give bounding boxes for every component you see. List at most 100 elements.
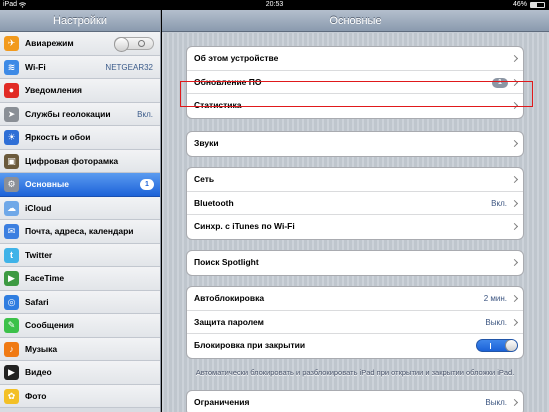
notifications-icon: ● [4,83,19,98]
settings-sidebar: Настройки ✈ Авиарежим ≋ Wi-Fi NETGEAR32 ● Увед… [0,10,161,412]
settings-content: Об этом устройстве Обновление ПО 1 Статисти… [162,33,549,412]
sidebar-item-7[interactable]: ☁ iCloud [0,196,160,220]
row-value: Выкл. [485,317,507,327]
sidebar-item-label: Фото [25,390,47,401]
sidebar-item-12[interactable]: ✎ Сообщения [0,314,160,338]
row-label: Об этом устройстве [194,53,279,63]
toggle-knob [505,340,517,351]
sidebar-item-3[interactable]: ➤ Службы геолокации Вкл. [0,102,160,126]
sidebar-title: Настройки [0,10,160,32]
lock-footnote: Автоматически блокировать и разблокирова… [195,368,515,377]
gear-icon: ⚙ [4,177,19,192]
battery-icon [530,2,545,8]
sidebar-item-label: iCloud [25,202,52,213]
sidebar-item-label: Safari [25,296,49,307]
cloud-icon: ☁ [4,200,19,216]
settings-row[interactable]: Блокировка при закрытии [187,334,523,358]
sidebar-item-9[interactable]: t Twitter [0,243,160,267]
row-label: Ограничения [194,397,250,407]
group-sounds: Звуки [186,131,524,157]
chevron-right-icon [510,294,519,303]
group-network: Сеть Bluetooth Вкл. Синхр. с iTunes по Wi-F… [186,167,524,240]
sidebar-item-14[interactable]: ▶ Видео [0,361,160,385]
sidebar-item-label: Яркость и обои [25,132,91,142]
sidebar-item-label: FaceTime [25,273,65,283]
settings-row[interactable]: Ограничения Выкл. [187,391,523,412]
group-spotlight: Поиск Spotlight [186,250,524,276]
clock: 20:53 [265,1,284,8]
sidebar-item-1[interactable]: ≋ Wi-Fi NETGEAR32 [0,55,160,79]
status-bar: iPad 20:53 46% [0,0,549,10]
settings-row[interactable]: Сеть [187,168,523,192]
settings-row[interactable]: Об этом устройстве [187,47,523,71]
row-label: Защита паролем [194,316,264,327]
sidebar-item-10[interactable]: ▶ FaceTime [0,267,160,291]
sidebar-item-6[interactable]: ⚙ Основные 1 [0,173,160,197]
row-value: 2 мин. [483,294,507,303]
sidebar-item-label: Почта, адреса, календари [25,226,134,236]
sidebar-item-label: Сообщения [25,320,74,330]
sidebar-item-value: NETGEAR32 [105,62,153,72]
row-label: Bluetooth [194,197,234,208]
location-icon: ➤ [4,106,19,122]
highlight-box [180,81,533,107]
sidebar-item-0[interactable]: ✈ Авиарежим [0,32,160,56]
wifi-icon: ≋ [4,59,19,75]
group-lock: Автоблокировка 2 мин. Защита паролем Выкл. Б… [186,286,524,359]
music-icon: ♪ [4,341,19,357]
row-value: Вкл. [491,198,507,208]
row-label: Звуки [194,138,219,148]
settings-row[interactable]: Защита паролем Выкл. [187,311,523,334]
sidebar-list: ✈ Авиарежим ≋ Wi-Fi NETGEAR32 ● Уведомления ➤ Сл… [0,32,160,408]
sidebar-item-13[interactable]: ♪ Музыка [0,337,160,361]
photo-frame-icon: ▣ [4,153,19,169]
row-label: Блокировка при закрытии [194,340,306,350]
sidebar-item-2[interactable]: ● Уведомления [0,79,160,103]
toggle-on-mark [490,343,491,349]
row-label: Автоблокировка [194,293,265,303]
settings-row[interactable]: Поиск Spotlight [187,251,523,275]
chevron-right-icon [510,258,519,267]
sidebar-item-label: Видео [25,367,52,377]
battery-percent: 46% [512,1,527,8]
sidebar-item-5[interactable]: ▣ Цифровая фоторамка [0,149,160,173]
sidebar-item-label: Уведомления [25,85,82,95]
settings-row[interactable]: Bluetooth Вкл. [187,192,523,215]
sidebar-item-label: Основные [25,179,70,189]
mail-icon: ✉ [4,224,19,239]
brightness-icon: ☀ [4,130,19,145]
sidebar-item-label: Twitter [25,249,53,260]
settings-row[interactable]: Звуки [187,132,523,156]
page-title: Основные [162,10,549,32]
sidebar-item-15[interactable]: ✿ Фото [0,384,160,408]
safari-icon: ◎ [4,294,19,310]
sidebar-item-label: Цифровая фоторамка [25,155,119,166]
settings-row[interactable]: Автоблокировка 2 мин. [187,287,523,311]
cover-lock-toggle[interactable] [476,339,518,352]
row-label: Синхр. с iTunes по Wi-Fi [194,221,295,231]
sidebar-item-label: Службы геолокации [25,108,111,119]
row-label: Сеть [194,174,215,184]
chevron-right-icon [510,318,519,326]
settings-row[interactable]: Синхр. с iTunes по Wi-Fi [187,215,523,239]
sidebar-item-label: Музыка [25,343,58,354]
messages-icon: ✎ [4,318,19,333]
sidebar-item-4[interactable]: ☀ Яркость и обои [0,126,160,150]
sidebar-item-label: Wi-Fi [25,61,46,72]
sidebar-item-11[interactable]: ◎ Safari [0,290,160,314]
photos-icon: ✿ [4,388,19,404]
sidebar-item-8[interactable]: ✉ Почта, адреса, календари [0,220,160,244]
airplane-mode-toggle[interactable] [114,37,154,52]
update-badge: 1 [140,179,154,190]
chevron-right-icon [510,54,519,63]
sidebar-item-label: Авиарежим [25,38,74,48]
chevron-right-icon [510,222,519,231]
twitter-icon: t [4,247,19,263]
sidebar-item-value: Вкл. [137,109,153,119]
chevron-right-icon [510,139,519,148]
airplane-icon: ✈ [4,36,19,51]
video-icon: ▶ [4,365,19,380]
chevron-right-icon [510,398,519,407]
facetime-icon: ▶ [4,271,19,286]
chevron-right-icon [510,199,519,207]
